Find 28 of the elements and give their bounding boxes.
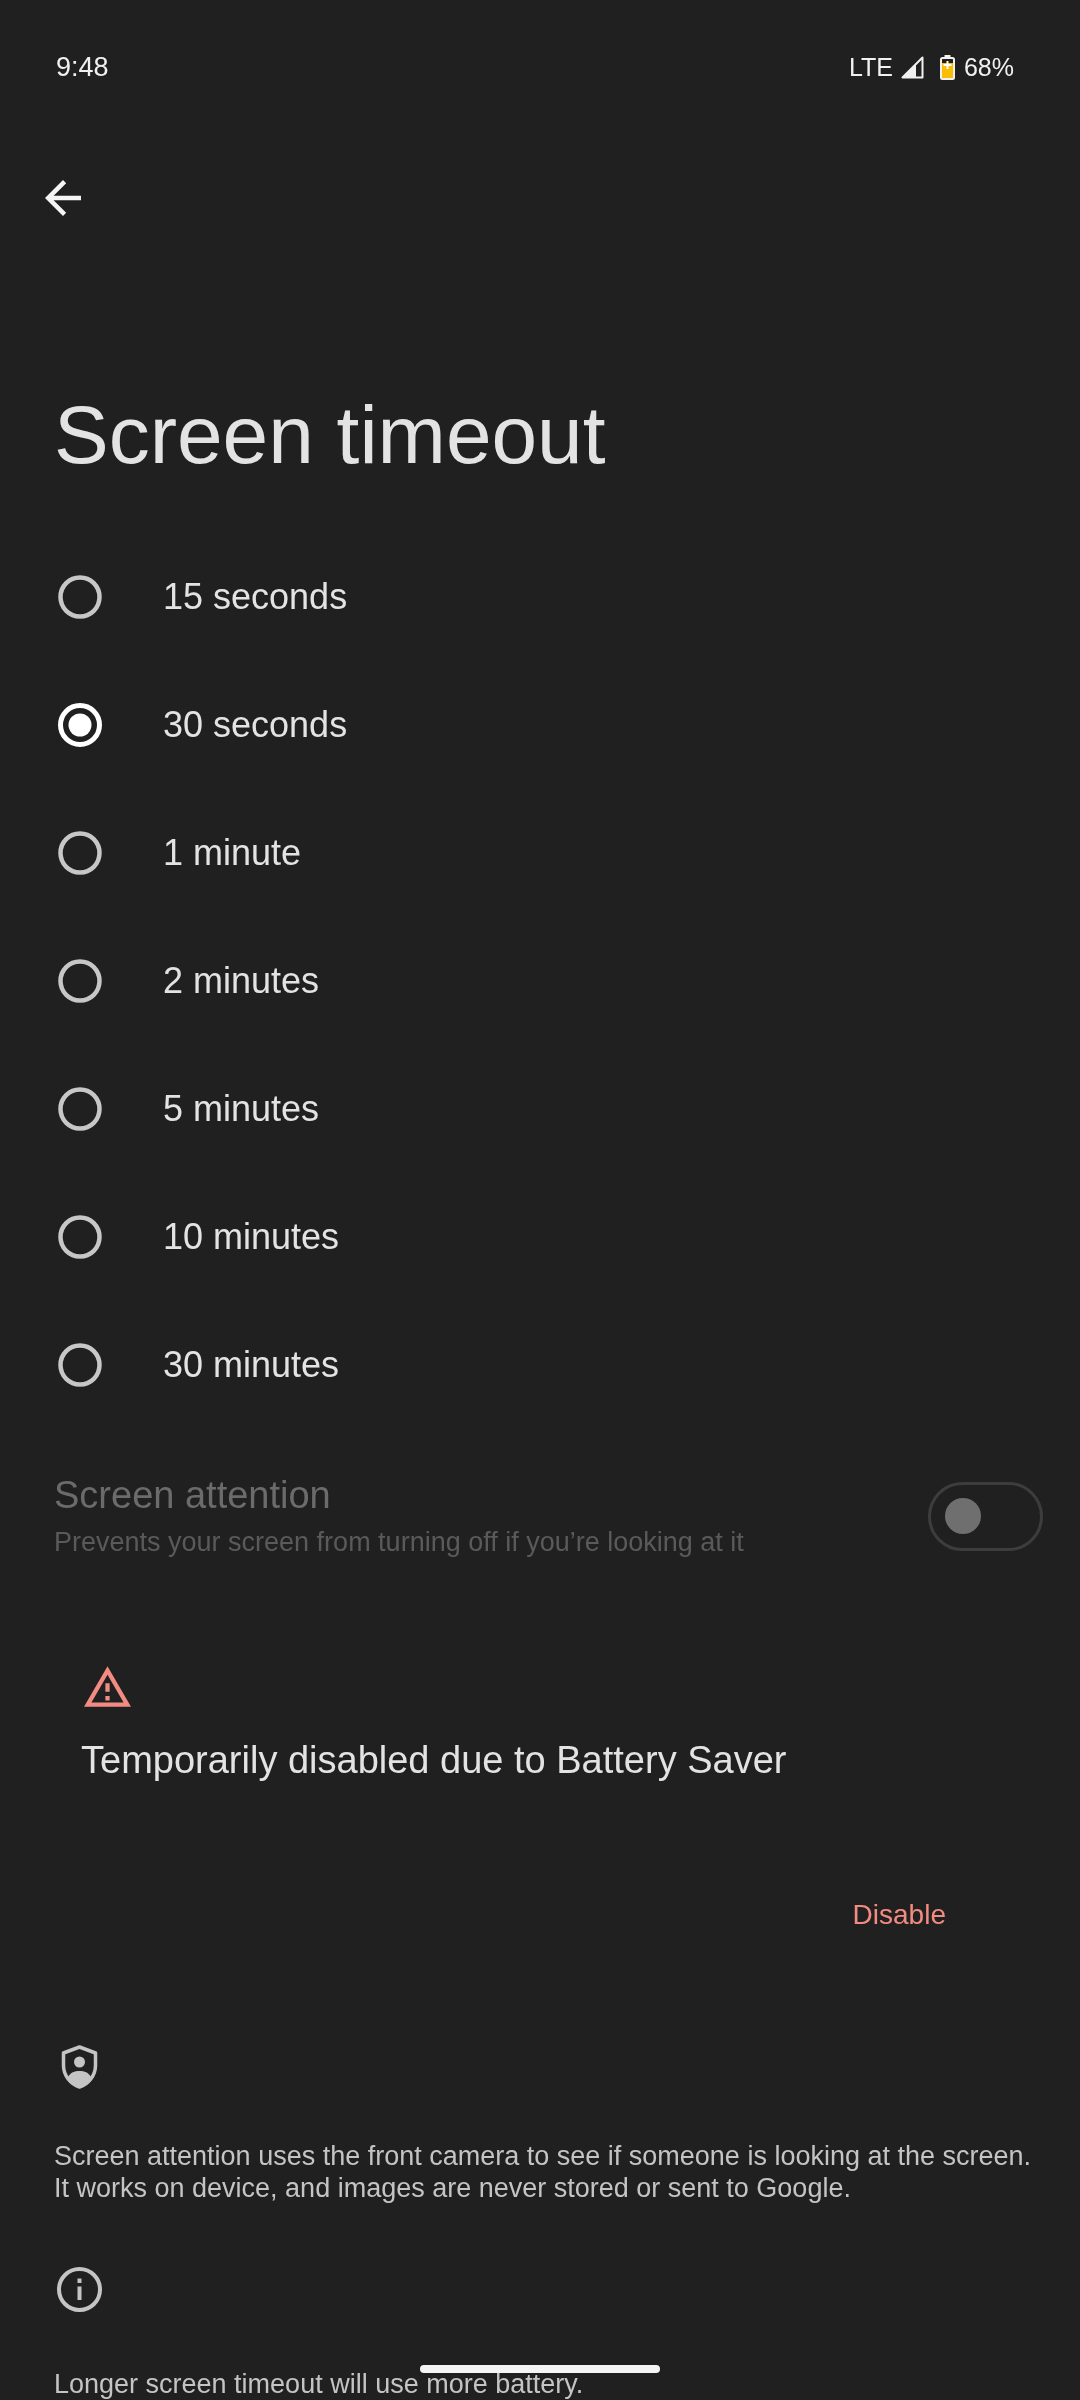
radio-button[interactable]	[58, 1343, 102, 1387]
setting-summary: Prevents your screen from turning off if you’re looking at it	[54, 1529, 744, 1556]
option-label[interactable]: 5 minutes	[163, 1091, 320, 1127]
signal-icon	[900, 55, 924, 79]
radio-button[interactable]	[58, 1087, 102, 1131]
info-icon	[57, 2267, 102, 2312]
page-title: Screen timeout	[54, 394, 606, 476]
option-label[interactable]: 30 minutes	[163, 1347, 340, 1383]
option-label[interactable]: 15 seconds	[163, 579, 348, 615]
disable-button[interactable]: Disable	[852, 1901, 946, 1929]
option-label[interactable]: 2 minutes	[163, 963, 320, 999]
option-label[interactable]: 1 minute	[163, 835, 302, 871]
warning-message: Temporarily disabled due to Battery Saver	[81, 1741, 787, 1779]
radio-button[interactable]	[58, 575, 102, 619]
network-type: LTE	[848, 54, 893, 80]
radio-button[interactable]	[58, 1215, 102, 1259]
radio-button[interactable]	[58, 831, 102, 875]
warning-icon	[84, 1666, 131, 1707]
option-label[interactable]: 30 seconds	[163, 707, 348, 743]
footer-text: Screen attention uses the front camera to see if someone is looking at the screen. It works on device, and images are never stored or sent to Google.	[54, 2140, 1033, 2204]
battery-percent: 68%	[963, 54, 1014, 80]
footer-text: Longer screen timeout will use more battery.	[54, 2368, 584, 2400]
back-arrow-icon[interactable]	[45, 180, 81, 216]
shield-person-icon	[61, 2045, 98, 2089]
setting-title: Screen attention	[54, 1476, 331, 1514]
status-time: 9:48	[56, 53, 109, 81]
radio-button[interactable]	[58, 959, 102, 1003]
option-label[interactable]: 10 minutes	[163, 1219, 340, 1255]
